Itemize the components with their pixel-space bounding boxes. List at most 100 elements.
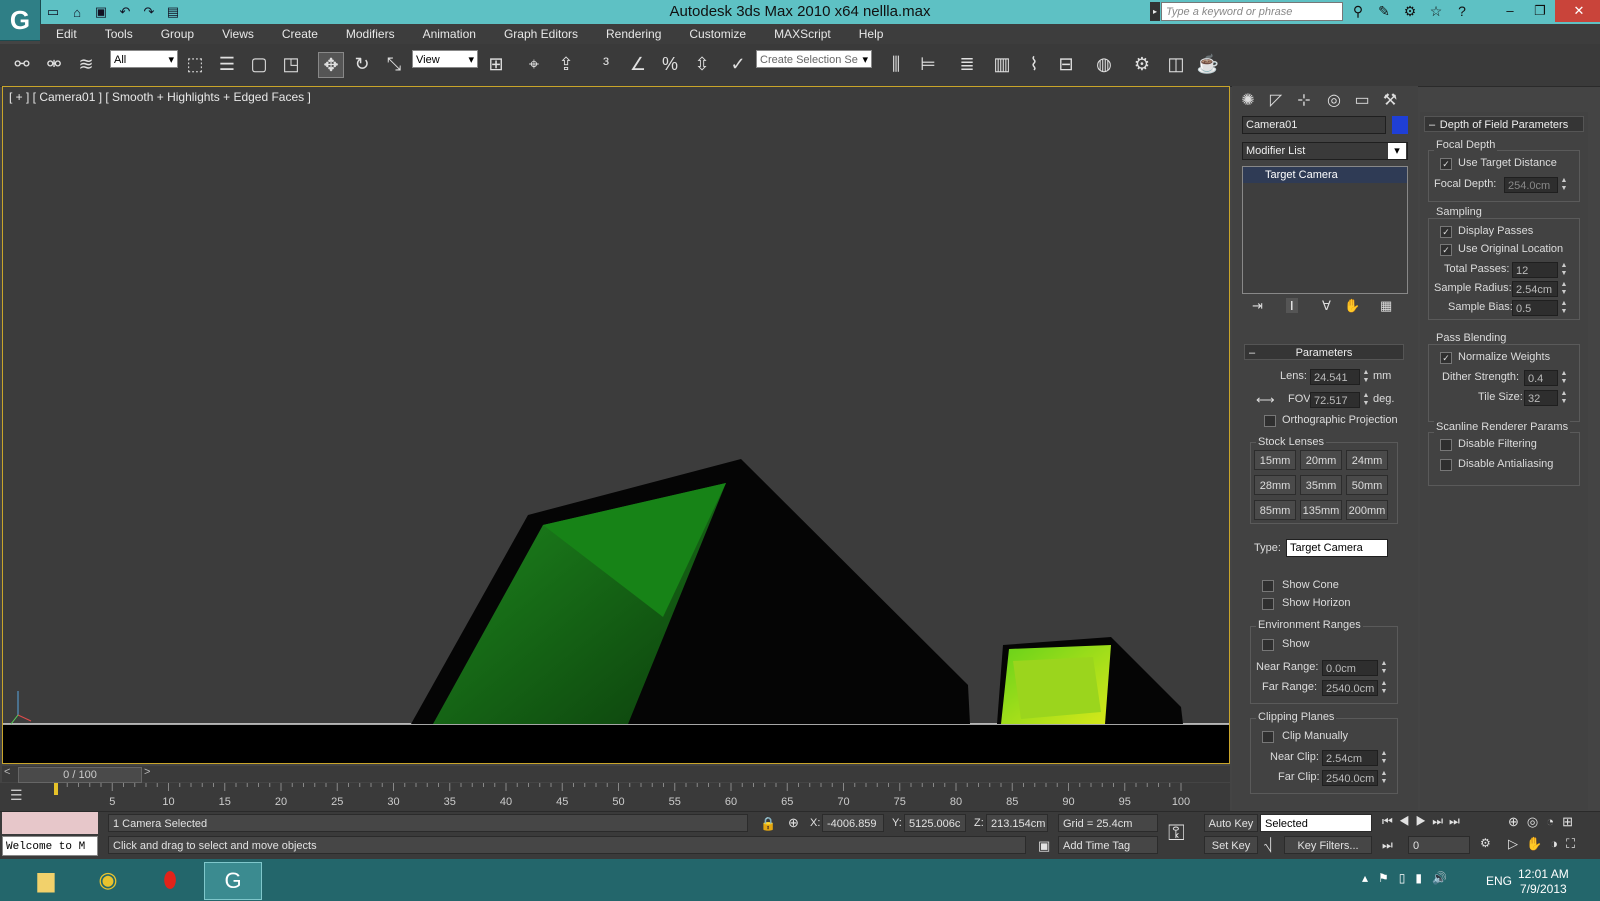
render-production-icon[interactable]: ☕ bbox=[1196, 52, 1220, 76]
near-range-spinner-icon[interactable]: ▲ ▼ bbox=[1380, 660, 1388, 676]
select-and-rotate-icon[interactable]: ↻ bbox=[350, 52, 374, 76]
far-clip-field[interactable]: 2540.0cm bbox=[1322, 770, 1378, 786]
key-mode-toggle-icon[interactable]: ⏭ bbox=[1382, 838, 1393, 853]
selection-lock-icon[interactable]: 🔒 bbox=[760, 816, 776, 832]
system-tray-icons[interactable]: ▴⚑▯▮🔊 bbox=[1362, 871, 1457, 885]
disable-antialiasing-checkbox[interactable] bbox=[1440, 459, 1452, 471]
edit-named-selection-icon[interactable]: ✓ bbox=[726, 52, 750, 76]
save-icon[interactable]: ▣ bbox=[92, 4, 110, 20]
parameters-rollout-header[interactable]: – Parameters bbox=[1244, 344, 1404, 360]
use-target-distance-checkbox[interactable]: ✓ bbox=[1440, 158, 1452, 170]
viewport-scene[interactable] bbox=[3, 87, 1230, 764]
communication-icon[interactable]: ⚙ bbox=[1400, 2, 1420, 21]
orthographic-checkbox[interactable] bbox=[1264, 415, 1276, 427]
project-folder-icon[interactable]: ▤ bbox=[164, 4, 182, 20]
help-icon[interactable]: ? bbox=[1452, 2, 1472, 21]
dither-strength-spinner-icon[interactable]: ▲ ▼ bbox=[1560, 370, 1568, 386]
fov-direction-icon[interactable]: ⟷ bbox=[1256, 392, 1275, 408]
time-slider-thumb[interactable]: 0 / 100 bbox=[18, 767, 142, 783]
render-setup-icon[interactable]: ⚙ bbox=[1130, 52, 1154, 76]
focal-depth-field[interactable]: 254.0cm bbox=[1504, 177, 1558, 193]
select-by-name-icon[interactable]: ☰ bbox=[215, 52, 239, 76]
normalize-weights-checkbox[interactable]: ✓ bbox=[1440, 352, 1452, 364]
object-name-field[interactable]: Camera01 bbox=[1242, 116, 1386, 134]
pivot-center-icon[interactable]: ⊞ bbox=[484, 52, 508, 76]
tile-size-field[interactable]: 32 bbox=[1524, 390, 1558, 406]
fov-spinner-icon[interactable]: ▲ ▼ bbox=[1362, 392, 1370, 408]
select-object-icon[interactable]: ⬚ bbox=[183, 52, 207, 76]
modifier-list-arrow-icon[interactable]: ▾ bbox=[1388, 143, 1406, 159]
viewport-navigation-bottom[interactable]: ▷✋◑⛶ bbox=[1508, 836, 1583, 852]
pin-stack-icon[interactable]: ⇥ bbox=[1252, 298, 1263, 314]
camera-type-dropdown[interactable]: Target Camera bbox=[1286, 539, 1388, 557]
near-clip-spinner-icon[interactable]: ▲ ▼ bbox=[1380, 750, 1388, 766]
chrome-icon[interactable]: ◉ bbox=[80, 862, 136, 898]
tile-size-spinner-icon[interactable]: ▲ ▼ bbox=[1560, 390, 1568, 406]
make-unique-icon[interactable]: ∀ bbox=[1322, 298, 1331, 314]
viewport-navigation-top[interactable]: ⊕◎◔⊞ bbox=[1508, 814, 1581, 830]
far-range-field[interactable]: 2540.0cm bbox=[1322, 680, 1378, 696]
remove-modifier-icon[interactable]: ✋ bbox=[1344, 298, 1360, 314]
maxscript-mini-listener[interactable] bbox=[2, 812, 98, 834]
disable-filtering-checkbox[interactable] bbox=[1440, 439, 1452, 451]
menu-tools[interactable]: Tools bbox=[89, 27, 145, 41]
near-range-field[interactable]: 0.0cm bbox=[1322, 660, 1378, 676]
use-original-location-checkbox[interactable]: ✓ bbox=[1440, 244, 1452, 256]
layer-manager-icon[interactable]: ≣ bbox=[955, 52, 979, 76]
menu-edit[interactable]: Edit bbox=[40, 27, 89, 41]
motion-tab-icon[interactable]: ◎ bbox=[1322, 90, 1346, 112]
window-crossing-icon[interactable]: ◳ bbox=[279, 52, 303, 76]
menu-views[interactable]: Views bbox=[206, 27, 266, 41]
fov-field[interactable]: 72.517 bbox=[1310, 392, 1360, 408]
binoculars-icon[interactable]: ⚲ bbox=[1348, 2, 1368, 21]
schematic-view-icon[interactable]: ⊟ bbox=[1054, 52, 1078, 76]
reference-coordinate-dropdown[interactable]: View bbox=[412, 50, 478, 69]
app-logo-button[interactable]: G bbox=[0, 0, 41, 41]
bind-space-warp-icon[interactable]: ≋ bbox=[74, 52, 98, 76]
sample-radius-spinner-icon[interactable]: ▲ ▼ bbox=[1560, 281, 1568, 297]
menu-rendering[interactable]: Rendering bbox=[590, 27, 673, 41]
time-next-button[interactable]: > bbox=[144, 766, 150, 778]
favorites-icon[interactable]: ☆ bbox=[1426, 2, 1446, 21]
track-bar-menu-icon[interactable]: ☰ bbox=[10, 787, 23, 804]
select-and-scale-icon[interactable]: ⤡ bbox=[382, 52, 406, 76]
far-clip-spinner-icon[interactable]: ▲ ▼ bbox=[1380, 770, 1388, 786]
manipulate-icon[interactable]: ⌖ bbox=[522, 52, 546, 76]
sample-bias-field[interactable]: 0.5 bbox=[1512, 300, 1558, 316]
show-end-result-icon[interactable]: I bbox=[1286, 298, 1298, 313]
menu-modifiers[interactable]: Modifiers bbox=[330, 27, 407, 41]
lens-200mm-button[interactable]: 200mm bbox=[1346, 500, 1388, 520]
lens-15mm-button[interactable]: 15mm bbox=[1254, 450, 1296, 470]
z-coordinate-field[interactable]: 213.154cm bbox=[986, 814, 1048, 832]
set-key-button[interactable]: Set Key bbox=[1204, 836, 1258, 854]
lens-28mm-button[interactable]: 28mm bbox=[1254, 475, 1296, 495]
stack-item-target-camera[interactable]: Target Camera bbox=[1243, 167, 1407, 183]
auto-key-button[interactable]: Auto Key bbox=[1204, 814, 1258, 832]
default-tangent-icon[interactable]: ⎷ bbox=[1264, 837, 1272, 853]
new-file-icon[interactable]: ▭ bbox=[44, 4, 62, 20]
open-file-icon[interactable]: ⌂ bbox=[68, 4, 86, 20]
set-key-icon[interactable]: ⚿ bbox=[1168, 820, 1185, 846]
key-mode-dropdown[interactable]: Selected bbox=[1260, 814, 1372, 832]
link-icon[interactable]: ⚯ bbox=[10, 52, 34, 76]
utilities-tab-icon[interactable]: ⚒ bbox=[1378, 90, 1402, 112]
clock[interactable]: 12:01 AM 7/9/2013 bbox=[1518, 867, 1569, 897]
menu-graph-editors[interactable]: Graph Editors bbox=[488, 27, 590, 41]
search-input[interactable]: Type a keyword or phrase bbox=[1161, 2, 1343, 21]
modify-tab-icon[interactable]: ◸ bbox=[1264, 90, 1288, 112]
total-passes-spinner-icon[interactable]: ▲ ▼ bbox=[1560, 262, 1568, 278]
snaps-toggle-icon[interactable]: ³ bbox=[594, 52, 618, 76]
time-tag-icon[interactable]: ▣ bbox=[1038, 838, 1050, 854]
total-passes-field[interactable]: 12 bbox=[1512, 262, 1558, 278]
sample-bias-spinner-icon[interactable]: ▲ ▼ bbox=[1560, 300, 1568, 316]
dof-rollout-header[interactable]: – Depth of Field Parameters bbox=[1424, 116, 1584, 132]
lens-35mm-button[interactable]: 35mm bbox=[1300, 475, 1342, 495]
menu-group[interactable]: Group bbox=[145, 27, 206, 41]
named-selection-set-dropdown[interactable]: Create Selection Se bbox=[756, 50, 872, 69]
curve-editor-icon[interactable]: ⌇ bbox=[1022, 52, 1046, 76]
sample-radius-field[interactable]: 2.54cm bbox=[1512, 281, 1558, 297]
time-prev-button[interactable]: < bbox=[4, 766, 10, 778]
viewport-label[interactable]: [ + ] [ Camera01 ] [ Smooth + Highlights… bbox=[9, 90, 311, 104]
current-frame-marker[interactable] bbox=[54, 783, 58, 795]
angle-snap-icon[interactable]: ∠ bbox=[626, 52, 650, 76]
